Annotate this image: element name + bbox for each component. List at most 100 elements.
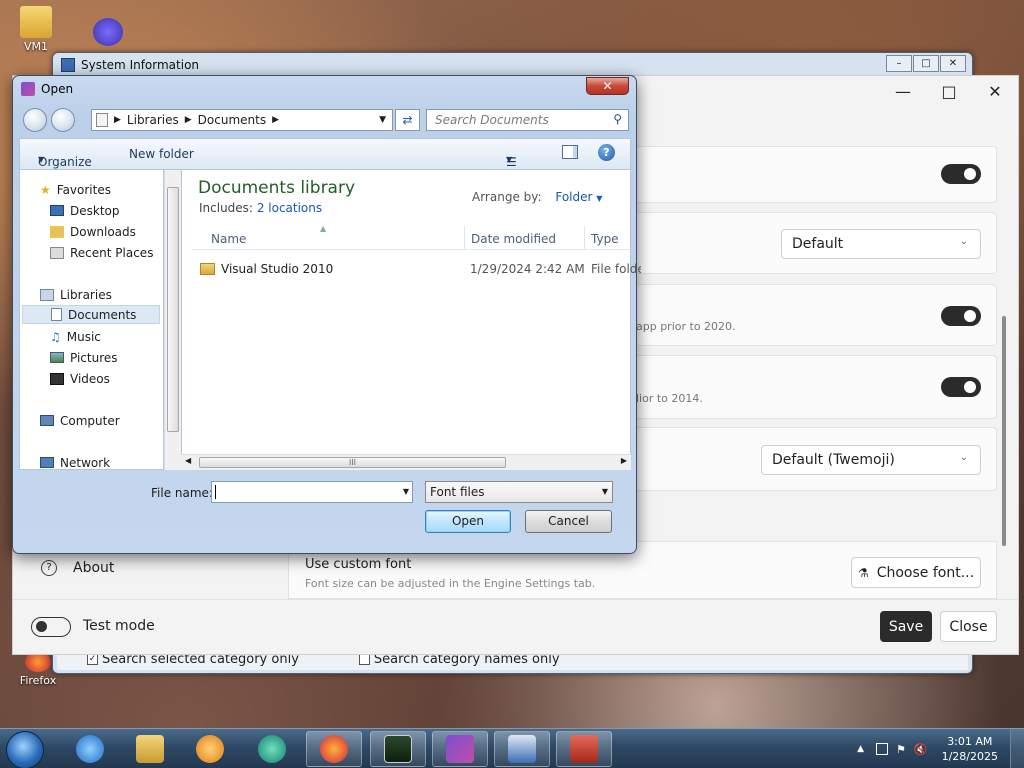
file-list-horizontal-scrollbar[interactable]: ◀ III ▶	[181, 454, 631, 470]
scroll-left-icon[interactable]: ◀	[185, 456, 191, 465]
taskbar-settings-app[interactable]	[432, 731, 488, 767]
refresh-button[interactable]: ⇄	[395, 109, 420, 131]
taskbar-media-player[interactable]	[182, 731, 238, 767]
start-button[interactable]	[6, 731, 44, 768]
close-button[interactable]: Close	[940, 611, 997, 642]
close-button[interactable]: ✕	[940, 55, 966, 72]
breadcrumb-libraries[interactable]: Libraries	[127, 113, 179, 127]
nav-videos[interactable]: Videos	[50, 369, 110, 388]
show-desktop-button[interactable]	[1010, 729, 1024, 768]
button-label: Choose font...	[876, 564, 975, 581]
sysinfo-titlebar[interactable]: System Information	[53, 53, 972, 77]
clock-time: 3:01 AM	[947, 735, 993, 748]
maximize-button[interactable]: □	[926, 76, 972, 106]
taskbar-terminal[interactable]	[370, 731, 426, 767]
file-date-modified: 1/29/2024 2:42 AM	[470, 262, 585, 276]
nav-label: Computer	[60, 413, 120, 428]
taskbar-explorer[interactable]	[122, 731, 178, 767]
folder-icon	[136, 735, 164, 763]
dialog-close-button[interactable]: ✕	[586, 77, 629, 95]
action-center-flag-icon[interactable]: ⚑	[896, 743, 906, 756]
arrange-by-label: Arrange by:	[472, 190, 542, 204]
arrange-by-value: Folder	[555, 190, 593, 204]
network-icon[interactable]	[876, 743, 889, 755]
taskbar-system-information[interactable]	[494, 731, 550, 767]
scroll-right-icon[interactable]: ▶	[621, 456, 627, 465]
desktop-icon-vm1[interactable]: VM1	[16, 6, 56, 53]
includes-locations-link[interactable]: 2 locations	[257, 201, 322, 215]
nav-favorites[interactable]: ★ Favorites	[40, 180, 111, 199]
dropdown-value: Default (Twemoji)	[772, 452, 895, 468]
file-name: Visual Studio 2010	[221, 262, 334, 276]
breadcrumb-documents[interactable]: Documents	[198, 113, 266, 127]
nav-network[interactable]: Network	[40, 453, 110, 472]
nav-downloads[interactable]: Downloads	[50, 222, 136, 241]
nav-recent-places[interactable]: Recent Places	[50, 243, 153, 262]
setting-card-emoji: Default (Twemoji) ⌄	[635, 427, 997, 491]
help-icon[interactable]: ?	[598, 144, 615, 161]
setting-toggle-3[interactable]	[941, 306, 981, 326]
address-dropdown-icon[interactable]: ▼	[379, 115, 386, 125]
nav-desktop[interactable]: Desktop	[50, 201, 120, 220]
file-type-select[interactable]: Font files ▼	[425, 481, 613, 503]
infinity-shortcut-icon	[93, 18, 123, 46]
preview-pane-icon[interactable]	[562, 145, 578, 159]
address-bar[interactable]: ▶ Libraries ▶ Documents ▶ ▼	[91, 109, 393, 131]
breadcrumb-separator-icon: ▶	[184, 115, 192, 125]
taskbar-toolbox[interactable]	[556, 731, 612, 767]
minimize-button[interactable]: —	[880, 76, 926, 106]
setting-toggle-1[interactable]	[941, 164, 981, 184]
chevron-down-icon[interactable]: ▼	[403, 487, 409, 496]
column-header-type[interactable]: Type	[591, 232, 619, 246]
emoji-style-dropdown[interactable]: Default (Twemoji) ⌄	[761, 445, 981, 475]
nav-libraries[interactable]: Libraries	[40, 285, 112, 304]
dialog-titlebar[interactable]: Open	[21, 82, 73, 96]
nav-item-about[interactable]: ? About	[41, 560, 114, 576]
nav-documents[interactable]: Documents	[22, 305, 160, 324]
clock[interactable]: 3:01 AM 1/28/2025	[942, 734, 998, 764]
setting-dropdown-1[interactable]: Default ⌄	[781, 229, 981, 259]
chevron-down-icon: ⌄	[959, 452, 968, 463]
test-mode-toggle[interactable]	[31, 617, 71, 637]
custom-font-title: Use custom font	[305, 557, 412, 572]
taskbar-app-green[interactable]	[244, 731, 300, 767]
nav-label: Network	[60, 455, 111, 470]
close-button[interactable]: ✕	[972, 76, 1018, 106]
forward-button[interactable]	[51, 108, 75, 132]
setting-toggle-4[interactable]	[941, 377, 981, 397]
scrollbar-thumb[interactable]: III	[199, 457, 506, 468]
taskbar-internet-explorer[interactable]	[62, 731, 118, 767]
file-row[interactable]: Visual Studio 2010 1/29/2024 2:42 AM Fil…	[200, 262, 641, 276]
search-icon: ⚲	[613, 112, 622, 126]
save-button[interactable]: Save	[880, 611, 932, 642]
minimize-button[interactable]: –	[886, 55, 912, 72]
file-name-input[interactable]: ▼	[211, 481, 413, 503]
desktop-icon-infinity[interactable]	[88, 18, 128, 48]
nav-label: Libraries	[60, 287, 112, 302]
maximize-button[interactable]: □	[913, 55, 939, 72]
nav-computer[interactable]: Computer	[40, 411, 120, 430]
new-folder-button[interactable]: New folder	[129, 147, 194, 161]
choose-font-button[interactable]: ⚗ Choose font...	[851, 557, 981, 588]
cancel-button[interactable]: Cancel	[525, 510, 612, 533]
scrollbar-thumb[interactable]	[167, 187, 179, 432]
column-header-date-modified[interactable]: Date modified	[471, 232, 556, 246]
toggle-knob	[36, 621, 47, 632]
file-type-value: Font files	[430, 485, 485, 499]
arrange-by-dropdown[interactable]: Folder ▼	[555, 190, 602, 204]
setting-description: lior to 2014.	[636, 392, 703, 405]
app-logo-icon	[446, 735, 474, 763]
show-hidden-icons-icon[interactable]: ▲	[857, 744, 864, 754]
back-button[interactable]	[23, 108, 47, 132]
volume-muted-icon[interactable]: 🔇	[914, 743, 928, 756]
column-header-name[interactable]: Name	[211, 232, 246, 246]
taskbar-firefox[interactable]	[306, 731, 362, 767]
app-logo-icon	[21, 82, 35, 96]
nav-pictures[interactable]: Pictures	[50, 348, 118, 367]
search-input[interactable]: Search Documents ⚲	[426, 109, 629, 131]
open-button[interactable]: Open	[425, 510, 511, 533]
settings-scrollbar[interactable]	[1002, 316, 1006, 546]
nav-music[interactable]: ♫ Music	[50, 327, 101, 346]
documents-icon	[51, 308, 62, 321]
navigation-pane-scrollbar[interactable]	[164, 170, 181, 470]
